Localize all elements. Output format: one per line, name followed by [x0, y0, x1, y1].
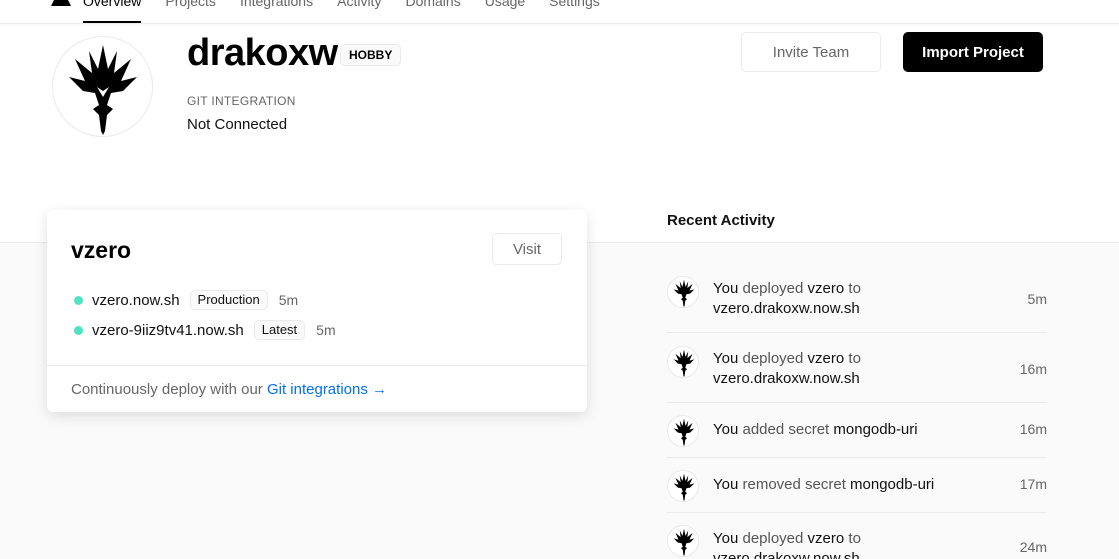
- tab-overview[interactable]: Overview: [83, 0, 142, 23]
- activity-object[interactable]: mongodb-uri: [850, 476, 934, 493]
- avatar: [667, 525, 699, 557]
- tab-integrations[interactable]: Integrations: [240, 0, 313, 9]
- avatar: [667, 470, 699, 502]
- activity-time: 5m: [1027, 291, 1047, 307]
- git-integration-status: Not Connected: [187, 116, 288, 133]
- dragon-avatar-icon: [69, 45, 137, 135]
- activity-text: You deployed vzero to vzero.drakoxw.now.…: [713, 349, 1003, 389]
- dragon-avatar-icon: [673, 349, 695, 377]
- tab-projects[interactable]: Projects: [165, 0, 216, 9]
- plan-badge: HOBBY: [340, 44, 402, 66]
- deployment-age: 5m: [278, 292, 299, 308]
- avatar[interactable]: [52, 36, 153, 137]
- deployment-tag: Production: [189, 290, 268, 310]
- dragon-avatar-icon: [673, 528, 695, 556]
- top-nav: Overview Projects Integrations Activity …: [0, 0, 1119, 24]
- activity-connector: to: [848, 530, 861, 547]
- activity-actor: You: [713, 476, 739, 493]
- zeit-logo-icon[interactable]: [51, 0, 71, 6]
- activity-target[interactable]: vzero.drakoxw.now.sh: [713, 300, 860, 317]
- activity-connector: to: [848, 350, 861, 367]
- dragon-avatar-icon: [673, 279, 695, 307]
- username: drakoxw: [187, 32, 338, 74]
- activity-object[interactable]: vzero: [808, 530, 845, 547]
- activity-time: 16m: [1019, 361, 1047, 377]
- import-project-button[interactable]: Import Project: [903, 32, 1043, 72]
- activity-verb: deployed: [742, 280, 804, 297]
- activity-item: You removed secret mongodb-uri 17m: [667, 458, 1047, 513]
- activity-object[interactable]: mongodb-uri: [833, 421, 917, 438]
- git-integration-label: GIT INTEGRATION: [187, 94, 296, 108]
- activity-object[interactable]: vzero: [808, 350, 845, 367]
- visit-button[interactable]: Visit: [492, 233, 562, 265]
- dragon-avatar-icon: [673, 418, 695, 446]
- activity-item: You deployed vzero to vzero.drakoxw.now.…: [667, 263, 1047, 333]
- activity-text: You added secret mongodb-uri: [713, 420, 1003, 440]
- status-ready-icon: [74, 295, 83, 305]
- avatar: [667, 415, 699, 447]
- activity-verb: added secret: [742, 421, 830, 438]
- activity-object[interactable]: vzero: [808, 280, 845, 297]
- project-name[interactable]: vzero: [71, 237, 131, 264]
- activity-actor: You: [713, 350, 739, 367]
- deployment-row: vzero-9iiz9tv41.now.sh Latest 5m: [74, 320, 336, 340]
- tab-settings[interactable]: Settings: [549, 0, 600, 9]
- activity-actor: You: [713, 421, 739, 438]
- activity-verb: deployed: [742, 350, 804, 367]
- activity-verb: removed secret: [742, 476, 846, 493]
- tab-usage[interactable]: Usage: [485, 0, 525, 9]
- dragon-avatar-icon: [673, 473, 695, 501]
- activity-item: You added secret mongodb-uri 16m: [667, 403, 1047, 458]
- activity-item: You deployed vzero to vzero.drakoxw.now.…: [667, 513, 1047, 559]
- project-card[interactable]: vzero Visit vzero.now.sh Production 5m v…: [47, 210, 587, 412]
- activity-verb: deployed: [742, 530, 804, 547]
- activity-actor: You: [713, 530, 739, 547]
- avatar: [667, 276, 699, 308]
- git-integrations-link[interactable]: Git integrations →: [267, 381, 387, 398]
- card-footer: Continuously deploy with our Git integra…: [47, 365, 587, 412]
- deployment-url[interactable]: vzero.now.sh: [92, 292, 180, 309]
- activity-time: 24m: [1019, 539, 1047, 555]
- footer-text: Continuously deploy with our: [71, 381, 267, 398]
- activity-time: 17m: [1019, 476, 1047, 492]
- activity-connector: to: [848, 280, 861, 297]
- deployment-url[interactable]: vzero-9iiz9tv41.now.sh: [92, 322, 244, 339]
- deployment-tag: Latest: [253, 320, 306, 340]
- deployment-row: vzero.now.sh Production 5m: [74, 290, 298, 310]
- activity-target[interactable]: vzero.drakoxw.now.sh: [713, 550, 860, 559]
- deployment-age: 5m: [316, 322, 336, 338]
- activity-text: You deployed vzero to vzero.drakoxw.now.…: [713, 279, 1003, 319]
- nav-tabs: Overview Projects Integrations Activity …: [83, 0, 624, 23]
- activity-list: You deployed vzero to vzero.drakoxw.now.…: [667, 263, 1047, 559]
- invite-team-button[interactable]: Invite Team: [741, 32, 881, 72]
- tab-activity[interactable]: Activity: [337, 0, 381, 9]
- activity-actor: You: [713, 280, 739, 297]
- activity-text: You removed secret mongodb-uri: [713, 475, 1003, 495]
- activity-time: 16m: [1019, 421, 1047, 437]
- activity-text: You deployed vzero to vzero.drakoxw.now.…: [713, 529, 1003, 559]
- recent-activity-heading: Recent Activity: [667, 212, 775, 229]
- tab-domains[interactable]: Domains: [405, 0, 460, 9]
- activity-item: You deployed vzero to vzero.drakoxw.now.…: [667, 333, 1047, 403]
- avatar: [667, 346, 699, 378]
- status-ready-icon: [74, 325, 83, 335]
- activity-target[interactable]: vzero.drakoxw.now.sh: [713, 370, 860, 387]
